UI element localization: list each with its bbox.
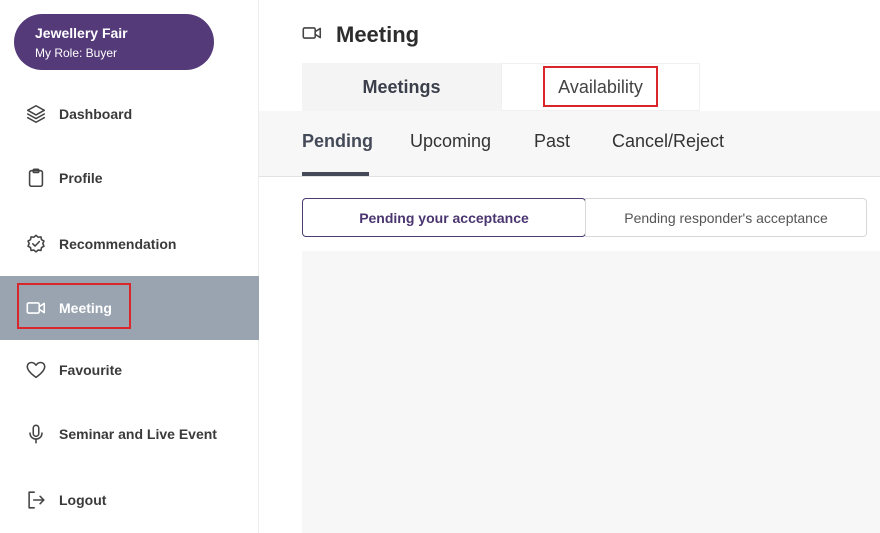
microphone-icon — [24, 422, 48, 446]
segment-pending-responder-acceptance[interactable]: Pending responder's acceptance — [585, 198, 867, 237]
sidebar-item-meeting[interactable]: Meeting — [0, 276, 259, 340]
sidebar: Jewellery Fair My Role: Buyer Dashboard … — [0, 0, 259, 533]
sidebar-item-label: Meeting — [59, 300, 112, 316]
meeting-list-area — [302, 251, 880, 533]
sidebar-item-favourite[interactable]: Favourite — [0, 338, 259, 402]
active-tab-indicator — [302, 172, 369, 176]
sidebar-item-label: Logout — [59, 492, 107, 508]
page-title: Meeting — [336, 22, 420, 47]
sidebar-item-label: Profile — [59, 170, 103, 186]
segment-pending-your-acceptance[interactable]: Pending your acceptance — [302, 198, 586, 237]
heart-icon — [24, 358, 48, 382]
layers-icon — [24, 102, 48, 126]
video-camera-icon — [24, 296, 48, 320]
user-role: My Role: Buyer — [35, 46, 118, 60]
sidebar-item-profile[interactable]: Profile — [0, 146, 259, 210]
sidebar-item-label: Favourite — [59, 362, 123, 378]
sidebar-item-label: Recommendation — [59, 236, 177, 252]
sidebar-item-recommendation[interactable]: Recommendation — [0, 212, 259, 276]
event-name: Jewellery Fair — [35, 25, 128, 41]
sidebar-item-label: Dashboard — [59, 106, 133, 122]
subtab-cancel-reject[interactable]: Cancel/Reject — [612, 131, 724, 152]
tab-availability[interactable]: Availability — [501, 63, 700, 111]
sidebar-item-logout[interactable]: Logout — [0, 468, 259, 532]
subtab-pending[interactable]: Pending — [302, 131, 373, 152]
top-tabs: Meetings Availability — [302, 63, 700, 111]
logout-icon — [24, 488, 48, 512]
badge-check-icon — [24, 232, 48, 256]
subtab-upcoming[interactable]: Upcoming — [410, 131, 491, 152]
subtab-past[interactable]: Past — [534, 131, 570, 152]
sidebar-item-dashboard[interactable]: Dashboard — [0, 82, 259, 146]
page-header: Meeting — [301, 20, 419, 50]
sidebar-item-seminar[interactable]: Seminar and Live Event — [0, 402, 259, 466]
tab-meetings[interactable]: Meetings — [302, 63, 501, 111]
profile-pill[interactable]: Jewellery Fair My Role: Buyer — [14, 14, 214, 70]
video-camera-icon — [301, 22, 323, 49]
clipboard-icon — [24, 166, 48, 190]
sidebar-item-label: Seminar and Live Event — [59, 426, 217, 442]
